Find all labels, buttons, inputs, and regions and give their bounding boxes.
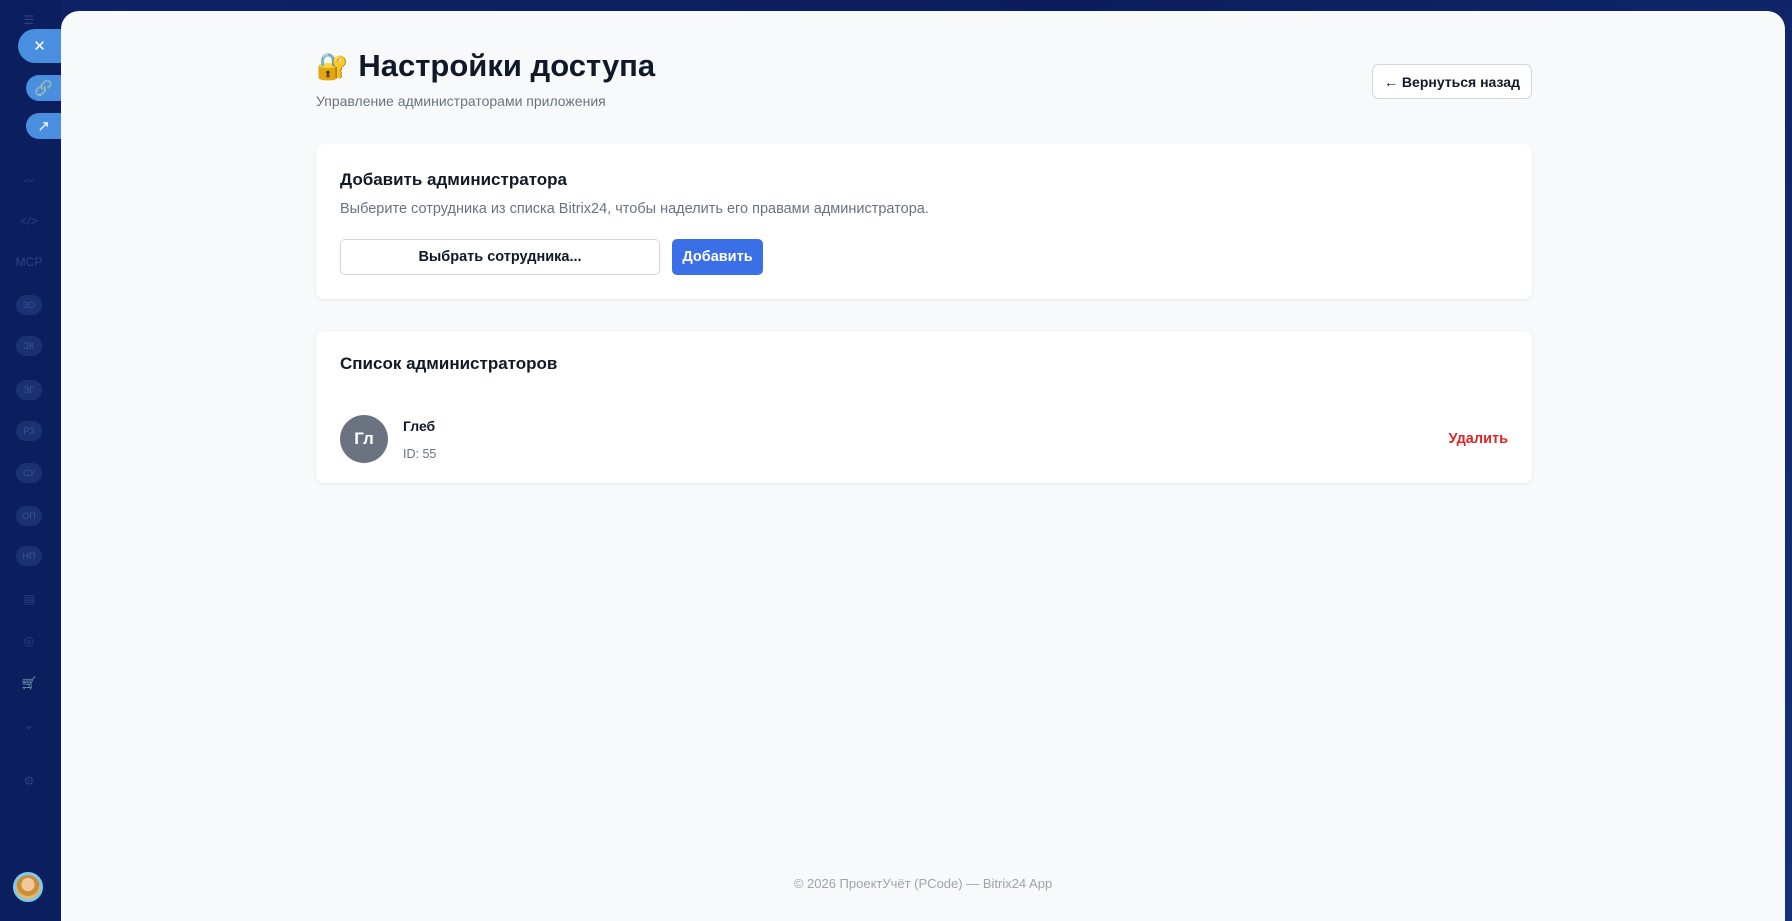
admin-list-card: Список администраторов Гл Глеб ID: 55 Уд… — [316, 331, 1532, 483]
sidebar-item-mcp[interactable]: MCP — [14, 249, 44, 275]
admin-list-title: Список администраторов — [340, 354, 558, 373]
sidebar-item-badge[interactable]: ЗК — [14, 333, 44, 359]
sidebar-badge: РЗ — [16, 421, 42, 441]
code-icon[interactable]: </> — [14, 208, 44, 234]
close-icon: ✕ — [33, 38, 46, 55]
target-icon[interactable]: ◎ — [14, 628, 44, 654]
sidebar-item-badge[interactable]: ЗО — [14, 292, 44, 318]
sidebar-item-badge[interactable]: ОП — [14, 503, 44, 529]
sidebar-item-badge[interactable]: РЗ — [14, 418, 44, 444]
close-slider-button[interactable]: ✕ — [18, 29, 61, 63]
sidebar-item-badge[interactable]: НП — [14, 543, 44, 569]
admin-name: Глеб — [403, 418, 436, 434]
waves-icon[interactable]: 〰 — [14, 167, 44, 193]
sidebar-badge: ЗО — [16, 295, 42, 315]
user-avatar[interactable] — [13, 872, 43, 902]
sidebar-badge: СУ — [16, 463, 42, 483]
sidebar-badge: НП — [16, 546, 42, 566]
footer: © 2026 ПроектУчёт (PCode) — Bitrix24 App — [793, 876, 1053, 891]
page-subtitle: Управление администраторами приложения — [316, 93, 606, 109]
admin-id: ID: 55 — [403, 447, 437, 461]
avatar: Гл — [340, 415, 388, 463]
add-admin-title: Добавить администратора — [340, 170, 567, 189]
add-admin-description: Выберите сотрудника из списка Bitrix24, … — [340, 201, 929, 217]
calendar-icon[interactable]: ▤ — [14, 586, 44, 612]
sidebar-item-badge[interactable]: ЗГ — [14, 377, 44, 403]
sidebar-badge: ЗК — [16, 336, 42, 356]
add-admin-card: Добавить администратора Выберите сотрудн… — [316, 144, 1532, 299]
sidebar-badge: ЗГ — [16, 380, 42, 400]
copy-link-button[interactable]: 🔗 — [26, 75, 61, 101]
add-button[interactable]: Добавить — [672, 239, 763, 275]
cart-icon[interactable]: 🛒 — [14, 670, 44, 696]
open-new-window-button[interactable]: ↗ — [26, 113, 61, 139]
page-title: 🔐 Настройки доступа — [316, 48, 655, 84]
gear-icon[interactable]: ⚙ — [14, 768, 44, 794]
lock-icon: 🔐 — [316, 50, 349, 81]
external-link-icon: ↗ — [37, 118, 50, 135]
sidebar-item-badge[interactable]: СУ — [14, 460, 44, 486]
chevron-down-icon[interactable]: ⌄ — [14, 712, 44, 738]
sidebar-badge: ОП — [16, 506, 42, 526]
select-employee-button[interactable]: Выбрать сотрудника... — [340, 239, 660, 275]
back-button[interactable]: ← Вернуться назад — [1372, 64, 1532, 99]
page-title-text: Настройки доступа — [358, 48, 656, 83]
link-icon: 🔗 — [34, 80, 53, 97]
remove-admin-button[interactable]: Удалить — [1448, 431, 1508, 447]
